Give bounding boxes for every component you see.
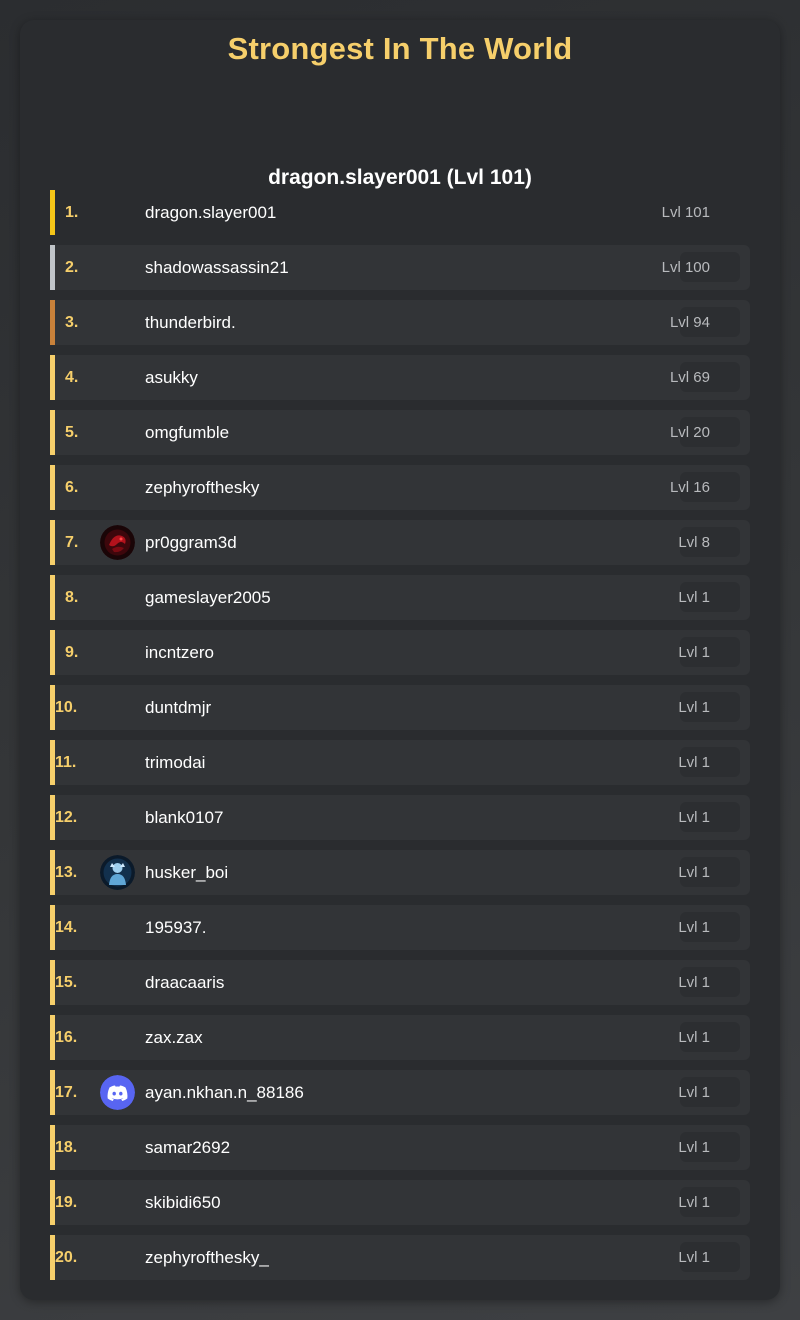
leaderboard-row[interactable]: 4. asukky Lvl 69	[50, 355, 750, 400]
rank-number: 19.	[55, 1194, 78, 1211]
level-label: Lvl 1	[678, 1084, 710, 1101]
level-label: Lvl 101	[661, 204, 710, 221]
level-label: Lvl 1	[678, 974, 710, 991]
level-label: Lvl 1	[678, 919, 710, 936]
level-label: Lvl 16	[669, 479, 710, 496]
leaderboard-row[interactable]: 16. zax.zax Lvl 1	[50, 1015, 750, 1060]
leaderboard-row[interactable]: 18. samar2692 Lvl 1	[50, 1125, 750, 1170]
page-title: Strongest In The World	[227, 31, 573, 66]
level-label: Lvl 94	[669, 314, 710, 331]
username: gameslayer2005	[145, 588, 271, 607]
level-label: Lvl 1	[678, 644, 710, 661]
username: shadowassassin21	[145, 258, 289, 277]
rank-number: 10.	[55, 699, 78, 716]
username: samar2692	[145, 1138, 231, 1157]
rank-number: 11.	[55, 754, 77, 771]
rank-number: 8.	[65, 589, 79, 606]
leaderboard-row[interactable]: 3. thunderbird. Lvl 94	[50, 300, 750, 345]
rank-number: 6.	[65, 479, 79, 496]
leaderboard-row[interactable]: 9. incntzero Lvl 1	[50, 630, 750, 675]
level-label: Lvl 1	[678, 809, 710, 826]
username: ayan.nkhan.n_88186	[145, 1083, 304, 1102]
username: omgfumble	[145, 423, 230, 442]
rank-number: 17.	[55, 1084, 78, 1101]
level-label: Lvl 100	[661, 259, 710, 276]
rank-number: 7.	[65, 534, 79, 551]
username: asukky	[145, 368, 198, 387]
rank-number: 16.	[55, 1029, 78, 1046]
level-label: Lvl 1	[678, 1194, 710, 1211]
level-label: Lvl 20	[669, 424, 710, 441]
leaderboard-row[interactable]: 15. draacaaris Lvl 1	[50, 960, 750, 1005]
rank-number: 15.	[55, 974, 78, 991]
leaderboard-row[interactable]: 8. gameslayer2005 Lvl 1	[50, 575, 750, 620]
rank-number: 1.	[65, 204, 79, 221]
red-dragon-avatar	[100, 525, 135, 560]
level-label: Lvl 1	[678, 1139, 710, 1156]
rank-number: 13.	[55, 864, 78, 881]
leaderboard-row[interactable]: 10. duntdmjr Lvl 1	[50, 685, 750, 730]
leaderboard-row[interactable]: 17. ayan.nkhan.n_88186 Lvl 1	[50, 1070, 750, 1115]
username: incntzero	[145, 643, 214, 662]
rank-number: 2.	[65, 259, 79, 276]
rank-number: 18.	[55, 1139, 78, 1156]
rank-number: 4.	[65, 369, 79, 386]
username: thunderbird.	[145, 313, 236, 332]
discord-default-avatar	[100, 1075, 135, 1110]
username: zax.zax	[145, 1028, 203, 1047]
rank-number: 20.	[55, 1249, 78, 1266]
username: blank0107	[145, 808, 224, 827]
level-label: Lvl 8	[678, 534, 710, 551]
rank-number: 14.	[55, 919, 78, 936]
leaderboard-row[interactable]: 13. husker_boi Lvl 1	[50, 850, 750, 895]
leaderboard-row[interactable]: 11. trimodai Lvl 1	[50, 740, 750, 785]
rank-number: 9.	[65, 644, 79, 661]
username: husker_boi	[145, 863, 229, 882]
level-label: Lvl 1	[678, 754, 710, 771]
leaderboard-row[interactable]: 19. skibidi650 Lvl 1	[50, 1180, 750, 1225]
level-label: Lvl 69	[669, 369, 710, 386]
level-label: Lvl 1	[678, 864, 710, 881]
username: draacaaris	[145, 973, 225, 992]
username: pr0ggram3d	[145, 533, 237, 552]
leaderboard-row[interactable]: 6. zephyrofthesky Lvl 16	[50, 465, 750, 510]
leaderboard-row[interactable]: 20. zephyrofthesky_ Lvl 1	[50, 1235, 750, 1280]
username: skibidi650	[145, 1193, 221, 1212]
username: zephyrofthesky_	[145, 1248, 269, 1267]
username: duntdmjr	[145, 698, 212, 717]
username: 195937.	[145, 918, 207, 937]
level-label: Lvl 1	[678, 1029, 710, 1046]
rank-number: 5.	[65, 424, 79, 441]
leaderboard-row[interactable]: 2. shadowassassin21 Lvl 100	[50, 245, 750, 290]
leaderboard-row[interactable]: 5. omgfumble Lvl 20	[50, 410, 750, 455]
level-label: Lvl 1	[678, 1249, 710, 1266]
leaderboard-row[interactable]: 7. pr0ggram3d Lvl 8	[50, 520, 750, 565]
username: dragon.slayer001	[145, 203, 277, 222]
level-label: Lvl 1	[678, 589, 710, 606]
blue-figure-avatar	[100, 855, 135, 890]
username: zephyrofthesky	[145, 478, 260, 497]
leaderboard-row[interactable]: 1. dragon.slayer001 Lvl 101	[50, 190, 750, 235]
leaderboard-row[interactable]: 14. 195937. Lvl 1	[50, 905, 750, 950]
level-label: Lvl 1	[678, 699, 710, 716]
leaderboard-row[interactable]: 12. blank0107 Lvl 1	[50, 795, 750, 840]
rank-number: 12.	[55, 809, 78, 826]
rank-number: 3.	[65, 314, 79, 331]
username: trimodai	[145, 753, 206, 772]
